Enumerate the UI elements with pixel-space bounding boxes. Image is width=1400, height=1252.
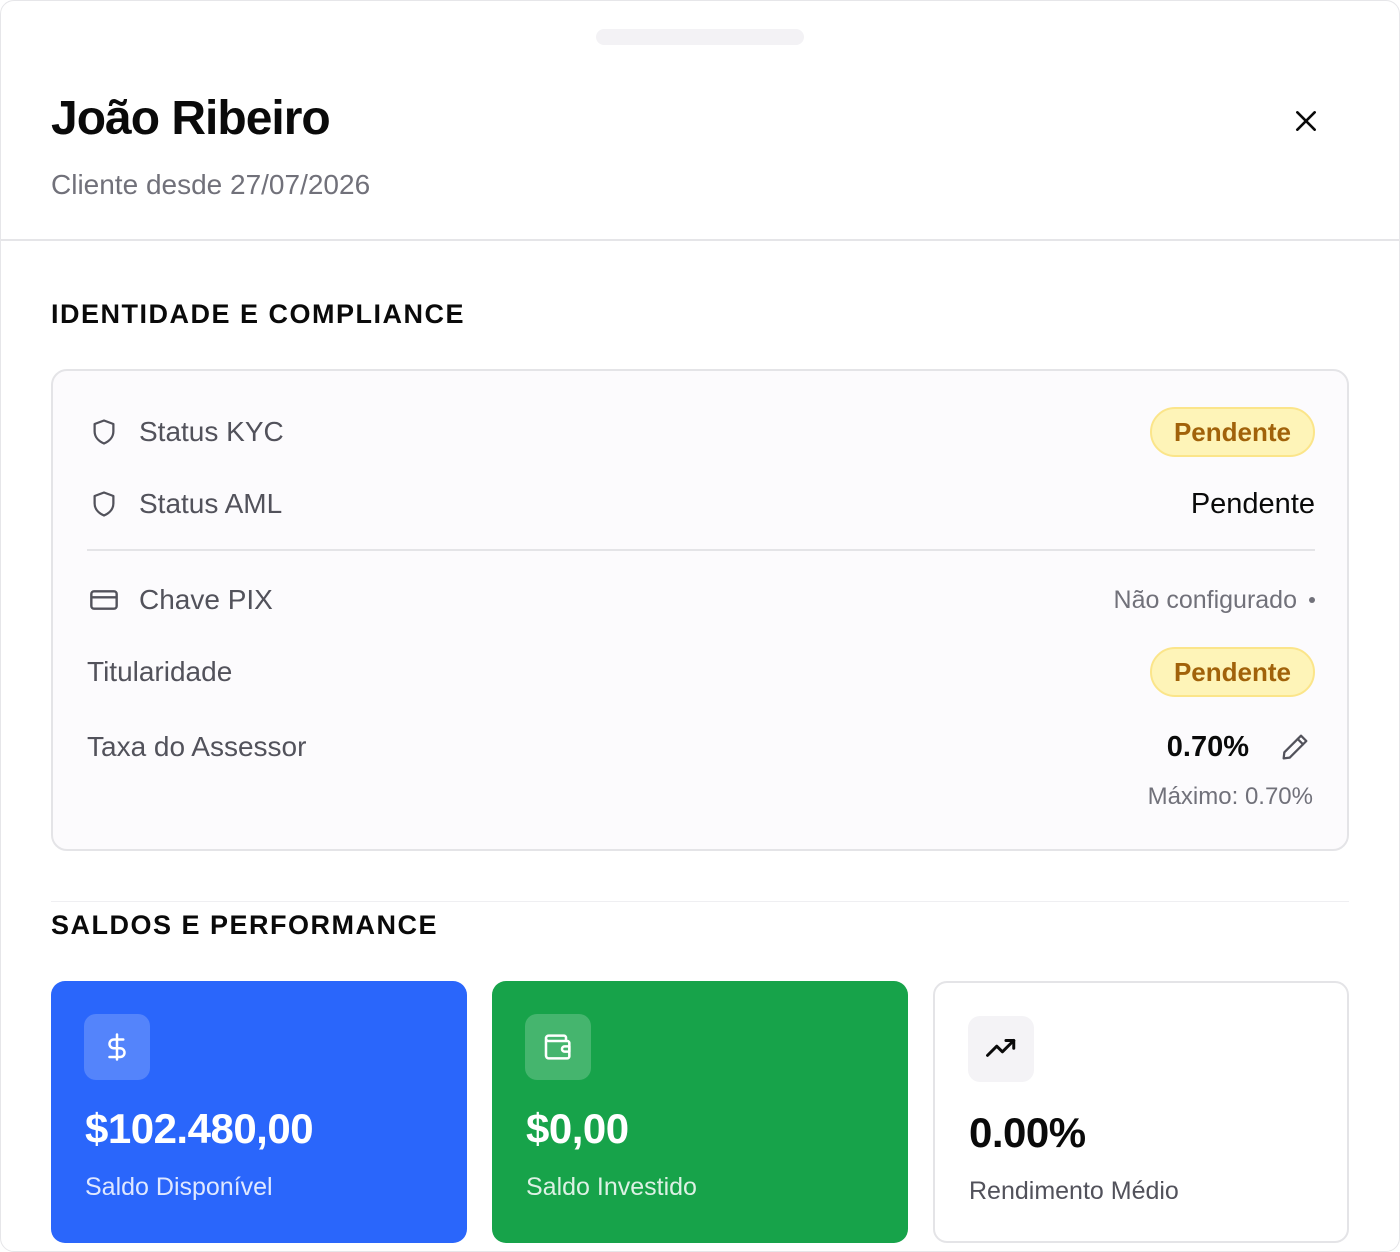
close-icon bbox=[1296, 111, 1316, 131]
compliance-card: Status KYC Pendente Status AML Pendente bbox=[51, 369, 1349, 851]
status-dot bbox=[1309, 597, 1315, 603]
advisor-fee-label: Taxa do Assessor bbox=[87, 731, 307, 762]
available-balance-card[interactable]: $102.480,00 Saldo Disponível bbox=[51, 981, 467, 1243]
pix-key-value: Não configurado bbox=[1113, 585, 1297, 614]
aml-status-value: Pendente bbox=[1190, 487, 1315, 520]
client-since: Cliente desde 27/07/2026 bbox=[51, 169, 371, 200]
pix-key-label: Chave PIX bbox=[139, 584, 273, 615]
advisor-fee-row: Taxa do Assessor 0.70% bbox=[87, 722, 1315, 772]
card-divider bbox=[87, 549, 1315, 551]
balances-section-title: SALDOS E PERFORMANCE bbox=[51, 910, 439, 940]
identity-section-title: IDENTIDADE E COMPLIANCE bbox=[51, 299, 466, 329]
kyc-status-badge: Pendente bbox=[1149, 407, 1315, 457]
pix-key-row: Chave PIX Não configurado bbox=[87, 575, 1315, 625]
advisor-fee-max: Máximo: 0.70% bbox=[1147, 783, 1313, 810]
client-detail-sheet: João Ribeiro Cliente desde 27/07/2026 ID… bbox=[0, 0, 1400, 1252]
wallet-icon bbox=[525, 1014, 591, 1080]
close-button[interactable] bbox=[1284, 99, 1328, 143]
ownership-badge: Pendente bbox=[1149, 647, 1315, 697]
section-separator bbox=[51, 901, 1349, 902]
aml-status-row: Status AML Pendente bbox=[87, 479, 1315, 529]
ownership-row: Titularidade Pendente bbox=[87, 647, 1315, 697]
invested-balance-card[interactable]: $0,00 Saldo Investido bbox=[492, 981, 908, 1243]
pencil-icon bbox=[1282, 734, 1308, 760]
invested-balance-label: Saldo Investido bbox=[526, 1173, 697, 1201]
sheet-header: João Ribeiro Cliente desde 27/07/2026 bbox=[1, 1, 1399, 241]
available-balance-value: $102.480,00 bbox=[85, 1105, 314, 1152]
advisor-fee-value: 0.70% bbox=[1166, 730, 1249, 763]
available-balance-label: Saldo Disponível bbox=[85, 1173, 273, 1201]
kyc-status-row: Status KYC Pendente bbox=[87, 407, 1315, 457]
invested-balance-value: $0,00 bbox=[526, 1105, 629, 1152]
client-name: João Ribeiro bbox=[51, 92, 331, 145]
dollar-icon bbox=[84, 1014, 150, 1080]
kyc-status-label: Status KYC bbox=[139, 416, 284, 447]
average-yield-card[interactable]: 0.00% Rendimento Médio bbox=[933, 981, 1349, 1243]
average-yield-value: 0.00% bbox=[969, 1109, 1086, 1156]
credit-card-icon bbox=[87, 583, 121, 617]
shield-icon bbox=[87, 487, 121, 521]
edit-fee-button[interactable] bbox=[1275, 727, 1315, 767]
shield-icon bbox=[87, 415, 121, 449]
ownership-label: Titularidade bbox=[87, 656, 233, 687]
trending-up-icon bbox=[968, 1016, 1034, 1082]
aml-status-label: Status AML bbox=[139, 488, 283, 519]
average-yield-label: Rendimento Médio bbox=[969, 1177, 1179, 1205]
